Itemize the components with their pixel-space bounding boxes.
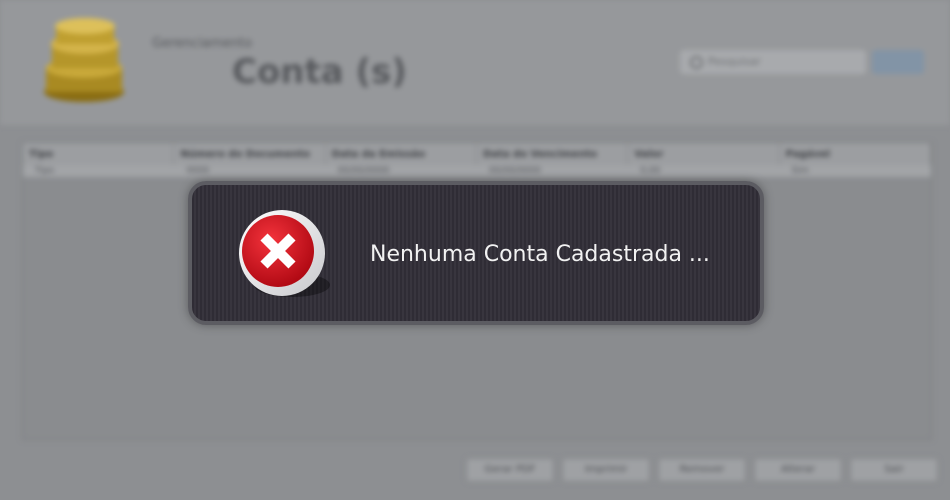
column-header-data-emissao[interactable]: Data da Emissão [326,143,477,165]
table-cell: 0000 [186,166,210,176]
error-x-icon [239,210,330,297]
edit-button[interactable]: Alterar [754,458,842,482]
table-cell: 00/00/0000 [488,166,541,176]
column-header-data-vencimento[interactable]: Data do Vencimento [477,143,629,165]
search-input[interactable]: Pesquisar [680,50,866,74]
table-row[interactable]: Tipo 0000 00/00/0000 00/00/0000 0,00 Sim [23,165,931,177]
table-cell: Sim [791,166,809,176]
exit-button[interactable]: Sair [850,458,938,482]
table-cell: 00/00/0000 [337,166,390,176]
column-header-valor[interactable]: Valor [628,143,780,165]
search-placeholder: Pesquisar [708,55,761,68]
page-title: Conta (s) [232,52,407,92]
column-header-numero-documento[interactable]: Número do Documento [174,143,326,165]
page-subtitle: Gerenciamento [152,36,253,51]
generate-pdf-button[interactable]: Gerar PDF [466,458,554,482]
app-header: Gerenciamento Conta (s) Pesquisar [0,0,950,125]
alert-message: Nenhuma Conta Cadastrada ... [370,242,710,267]
remove-button[interactable]: Remover [658,458,746,482]
error-alert-dialog[interactable]: Nenhuma Conta Cadastrada ... [188,181,764,325]
coins-icon [44,18,124,102]
search-icon [690,56,703,69]
table-cell: 0,00 [640,166,661,176]
footer-toolbar: Gerar PDF Imprimir Remover Alterar Sair [466,458,946,482]
print-button[interactable]: Imprimir [562,458,650,482]
search-button[interactable] [872,50,924,74]
table-header: Tipo Número do Documento Data da Emissão… [23,143,931,165]
column-header-pagavel[interactable]: Pagável [780,143,931,165]
column-header-tipo[interactable]: Tipo [23,143,175,165]
table-cell: Tipo [35,166,54,176]
